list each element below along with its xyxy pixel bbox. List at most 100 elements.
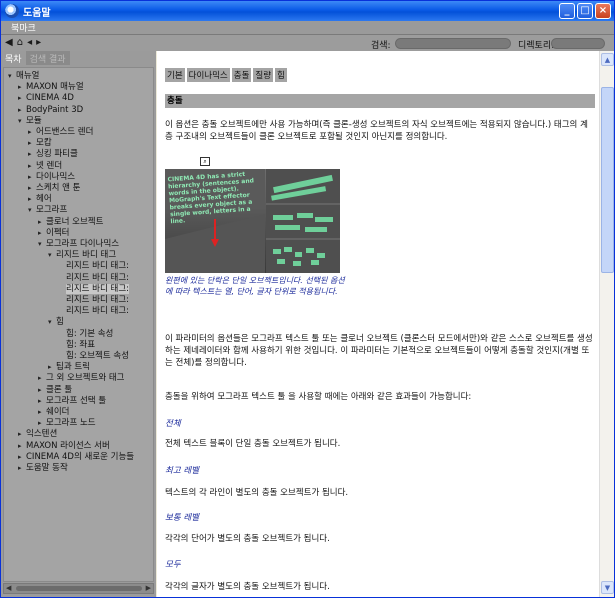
tab-contents[interactable]: 목차 [1,51,26,65]
panel-tabs: 목차 검색 결과 [1,51,156,65]
tree-item[interactable]: ▾ 모그라프 다이나믹스 [38,239,119,250]
tree-item[interactable]: ▸ MAXON 라이선스 서버 [18,441,110,452]
link-mass[interactable]: 질량 [253,68,274,82]
tree-item-label: MAXON 라이선스 서버 [26,440,110,451]
expand-arrow-icon[interactable]: ▸ [18,105,26,116]
tree-item[interactable]: 리지드 바디 태그: [58,273,129,284]
close-button[interactable]: × [595,3,611,19]
tree-item[interactable]: ▾ 모그라프 [28,205,67,216]
option-mid-level-desc: 각각의 단어가 별도의 충돌 오브젝트가 됩니다. [165,534,330,544]
expand-arrow-icon[interactable]: ▸ [18,452,26,463]
expand-arrow-icon[interactable]: ▸ [28,172,36,183]
tree-item-label: 리지드 바디 태그 [56,250,117,261]
prev-icon[interactable]: ◂ [27,38,32,48]
home-icon[interactable]: ⌂ [17,38,23,48]
zoom-icon[interactable]: ⌕ [200,157,210,166]
tree-item[interactable]: ▾ 힘 [48,317,64,328]
link-dynamics[interactable]: 다이나믹스 [186,68,230,82]
expand-arrow-icon[interactable]: ▸ [38,418,46,429]
tree-item[interactable]: ▸ 쉐이더 [38,407,69,418]
expand-arrow-icon[interactable]: ▸ [38,396,46,407]
tree-item[interactable]: ▸ 팁과 트릭 [48,362,90,373]
tree-item[interactable]: ▸ 그 외 오브젝트와 태그 [38,373,125,384]
tree-item[interactable]: ▸ 헤어 [28,194,52,205]
tree-item[interactable]: ▸ 모그라프 선택 툴 [38,396,106,407]
back-icon[interactable]: ◀ [5,38,13,48]
tab-search-results[interactable]: 검색 결과 [25,51,70,65]
tree-item[interactable]: 리지드 바디 태그: [58,261,129,272]
tree-item[interactable]: ▾ 리지드 바디 태그 [48,250,116,261]
tree-item[interactable]: 힘: 기본 속성 [58,329,113,340]
expand-arrow-icon[interactable]: ▸ [28,127,36,138]
tree-item[interactable]: ▸ 익스텐션 [18,429,57,440]
tree-item[interactable]: ▸ 어드밴스드 렌더 [28,127,93,138]
expand-arrow-icon[interactable]: ▸ [18,463,26,474]
collapse-arrow-icon[interactable]: ▾ [48,317,56,328]
expand-arrow-icon[interactable]: ▸ [28,161,36,172]
tree-item[interactable]: ▸ MAXON 매뉴얼 [18,82,84,93]
tree-item[interactable]: 힘: 좌표 [58,340,95,351]
tree-item[interactable]: ▸ CINEMA 4D [18,93,74,104]
tree-item[interactable]: 힘: 오브젝트 속성 [58,351,129,362]
tree-horizontal-scrollbar[interactable]: ◀ ▶ [3,583,154,594]
minimize-button[interactable]: _ [559,3,575,19]
link-collision[interactable]: 충돌 [231,68,252,82]
expand-arrow-icon[interactable]: ▸ [28,183,36,194]
tree-item[interactable]: ▸ 클로너 오브젝트 [38,217,103,228]
tree-item-label: 모그라프 [36,205,68,216]
tree-item[interactable]: ▸ 모그라프 노드 [38,418,96,429]
menu-bookmarks[interactable]: 북마크 [11,21,36,34]
tree-item[interactable]: ▸ 도움말 동작 [18,463,68,474]
collapse-arrow-icon[interactable]: ▾ [8,71,16,82]
tree-item[interactable]: ▸ 스케치 앤 툰 [28,183,81,194]
tree-item[interactable]: ▸ CINEMA 4D의 새로운 기능들 [18,452,134,463]
collapse-arrow-icon[interactable]: ▾ [28,205,36,216]
expand-arrow-icon[interactable]: ▸ [18,441,26,452]
tree-item[interactable]: ▾ 매뉴얼 [8,71,39,82]
title-bar[interactable]: 도움말 _ □ × [1,1,614,21]
tree-item[interactable]: ▸ 다이나믹스 [28,172,75,183]
tree-item[interactable]: ▸ 싱킹 파티클 [28,149,78,160]
scroll-right-icon[interactable]: ▶ [146,584,151,592]
link-force[interactable]: 힘 [275,68,287,82]
tree-item[interactable]: 리지드 바디 태그: [58,283,130,295]
expand-arrow-icon[interactable]: ▸ [38,228,46,239]
tree-item[interactable]: ▸ 이펙터 [38,228,69,239]
expand-arrow-icon[interactable]: ▸ [18,429,26,440]
expand-arrow-icon[interactable]: ▸ [38,407,46,418]
tree-item[interactable]: ▸ 클론 툴 [38,385,72,396]
content-scroll-thumb[interactable] [601,87,614,273]
next-icon[interactable]: ▸ [36,38,41,48]
collapse-arrow-icon[interactable]: ▾ [18,116,26,127]
tree-item[interactable]: ▸ 모캅 [28,138,52,149]
scroll-down-icon[interactable]: ▼ [601,581,614,594]
tree-item-label: 쉐이더 [46,407,70,417]
option-top-level-name: 최고 레벨 [165,466,199,476]
search-input[interactable] [395,38,511,49]
tree-item[interactable]: ▾ 모듈 [18,116,42,127]
expand-arrow-icon[interactable]: ▸ [18,93,26,104]
collapse-arrow-icon[interactable]: ▾ [48,250,56,261]
tree-item[interactable]: 리지드 바디 태그: [58,295,129,306]
scroll-thumb[interactable] [16,586,142,591]
content-vertical-scrollbar[interactable]: ▲ ▼ [599,51,614,597]
link-basic[interactable]: 기본 [165,68,185,82]
scroll-up-icon[interactable]: ▲ [601,53,614,66]
tree-item[interactable]: ▸ 넷 렌더 [28,161,62,172]
expand-arrow-icon[interactable]: ▸ [38,373,46,384]
expand-arrow-icon[interactable]: ▸ [38,217,46,228]
expand-arrow-icon[interactable]: ▸ [28,194,36,205]
expand-arrow-icon[interactable]: ▸ [48,362,56,373]
tree-item[interactable]: 리지드 바디 태그: [58,306,129,317]
expand-arrow-icon[interactable]: ▸ [28,149,36,160]
expand-arrow-icon[interactable]: ▸ [18,82,26,93]
scroll-left-icon[interactable]: ◀ [6,584,11,592]
maximize-button[interactable]: □ [577,3,593,19]
directory-input[interactable] [551,38,605,49]
tree-item-label: 이펙터 [46,227,70,238]
expand-arrow-icon[interactable]: ▸ [38,385,46,396]
tree-item[interactable]: ▸ BodyPaint 3D [18,105,83,116]
expand-arrow-icon[interactable]: ▸ [28,138,36,149]
tree-item-label: 리지드 바디 태그: [66,295,130,305]
collapse-arrow-icon[interactable]: ▾ [38,239,46,250]
